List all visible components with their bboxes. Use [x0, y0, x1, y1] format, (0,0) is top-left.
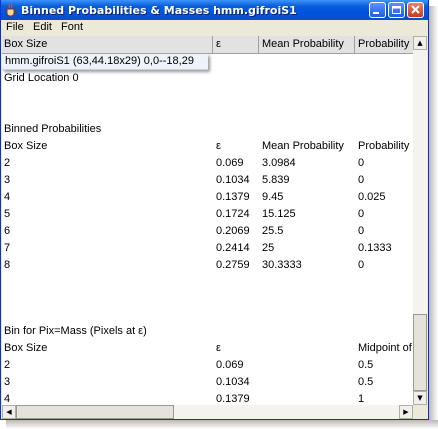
header-probability[interactable]: Probability — [358, 38, 409, 50]
close-icon — [411, 5, 420, 14]
scroll-up-button[interactable]: ▲ — [413, 36, 427, 50]
table-cell: 0.1034 — [216, 174, 250, 186]
scrollbar-corner — [413, 405, 427, 419]
table-cell: 3.0984 — [262, 157, 296, 169]
table-cell: 3 — [4, 376, 11, 388]
scroll-right-button[interactable]: ▶ — [399, 405, 413, 419]
table-cell: 25.5 — [262, 225, 284, 237]
table-cell: 6 — [4, 225, 11, 237]
table-cell: 25 — [262, 242, 275, 254]
binned-col-box-size: Box Size — [4, 140, 48, 152]
arrow-right-icon: ▶ — [403, 408, 409, 416]
mass-section-title: Bin for Pix=Mass (Pixels at ε) — [4, 325, 147, 337]
menu-file[interactable]: File — [6, 21, 24, 33]
grid-location: Grid Location 0 — [4, 72, 79, 84]
table-header: Box Size ε Mean Probability Probability — [2, 36, 413, 54]
table-cell: 0.1724 — [216, 208, 250, 220]
results-table[interactable]: Box Size ε Mean Probability Probability … — [2, 36, 413, 405]
main-window: Binned Probabilities & Masses hmm.gifroi… — [0, 0, 429, 420]
horizontal-scrollbar[interactable]: ◀ ▶ — [2, 405, 413, 419]
binned-col-epsilon: ε — [216, 140, 221, 152]
table-cell: 1 — [358, 393, 365, 405]
horizontal-scroll-thumb[interactable] — [16, 405, 174, 419]
table-cell: 0.5 — [358, 376, 374, 388]
table-cell: 4 — [4, 191, 11, 203]
table-cell: 7 — [4, 242, 11, 254]
menu-edit[interactable]: Edit — [33, 21, 52, 33]
table-cell: 0.1379 — [216, 191, 250, 203]
java-cup-icon — [6, 3, 17, 17]
tooltip-text: hmm.gifroiS1 (63,44.18x29) 0,0--18,29 — [5, 55, 194, 67]
table-cell: 0.069 — [216, 157, 244, 169]
table-cell: 0.2414 — [216, 242, 250, 254]
mass-col-box-size: Box Size — [4, 342, 48, 354]
table-cell: 0.2759 — [216, 259, 250, 271]
table-cell: 3 — [4, 174, 11, 186]
binned-col-probability: Probability — [358, 140, 410, 152]
table-cell: 0 — [358, 174, 365, 186]
table-cell: 9.45 — [262, 191, 284, 203]
header-box-size[interactable]: Box Size — [4, 38, 47, 50]
table-cell: 0.5 — [358, 359, 374, 371]
minimize-button[interactable] — [369, 2, 386, 18]
column-divider[interactable] — [212, 36, 213, 53]
binned-section-title: Binned Probabilities — [4, 123, 102, 135]
table-cell: 0.025 — [358, 191, 386, 203]
table-cell: 5.839 — [262, 174, 290, 186]
arrow-up-icon: ▲ — [417, 39, 423, 47]
table-cell: 0 — [358, 225, 365, 237]
window-title: Binned Probabilities & Masses hmm.gifroi… — [21, 4, 297, 17]
column-divider[interactable] — [258, 36, 259, 53]
mass-col-epsilon: ε — [216, 342, 221, 354]
table-cell: 4 — [4, 393, 11, 405]
table-cell: 0.1034 — [216, 376, 250, 388]
table-cell: 0 — [358, 157, 365, 169]
table-cell: 2 — [4, 359, 11, 371]
table-cell: 0.1333 — [358, 242, 392, 254]
table-cell: 0 — [358, 208, 365, 220]
table-cell: 15.125 — [262, 208, 296, 220]
column-divider[interactable] — [354, 36, 355, 53]
minimize-icon — [373, 12, 379, 14]
table-cell: 0.1379 — [216, 393, 250, 405]
table-cell: 8 — [4, 259, 11, 271]
header-mean-probability[interactable]: Mean Probability — [262, 38, 344, 50]
scroll-left-button[interactable]: ◀ — [2, 405, 16, 419]
roi-tooltip: hmm.gifroiS1 (63,44.18x29) 0,0--18,29 — [2, 54, 208, 70]
close-button[interactable] — [407, 2, 424, 18]
title-bar[interactable]: Binned Probabilities & Masses hmm.gifroi… — [1, 0, 428, 20]
table-cell: 0.069 — [216, 359, 244, 371]
table-cell: 30.3333 — [262, 259, 302, 271]
arrow-left-icon: ◀ — [6, 408, 12, 416]
header-epsilon[interactable]: ε — [216, 38, 221, 50]
maximize-button[interactable] — [388, 2, 405, 18]
mass-col-midpoint: Midpoint of — [358, 342, 412, 354]
binned-col-mean-probability: Mean Probability — [262, 140, 344, 152]
vertical-scroll-thumb[interactable] — [413, 314, 427, 391]
table-cell: 5 — [4, 208, 11, 220]
table-cell: 0 — [358, 259, 365, 271]
arrow-down-icon: ▼ — [417, 394, 423, 402]
maximize-icon — [392, 6, 401, 14]
vertical-scrollbar[interactable]: ▲ ▼ — [413, 36, 427, 405]
menu-font[interactable]: Font — [61, 21, 83, 33]
menu-bar: File Edit Font — [1, 20, 428, 34]
table-cell: 2 — [4, 157, 11, 169]
window-shadow-right — [429, 6, 438, 429]
table-cell: 0.2069 — [216, 225, 250, 237]
scroll-down-button[interactable]: ▼ — [413, 391, 427, 405]
window-shadow-bottom — [6, 420, 438, 429]
